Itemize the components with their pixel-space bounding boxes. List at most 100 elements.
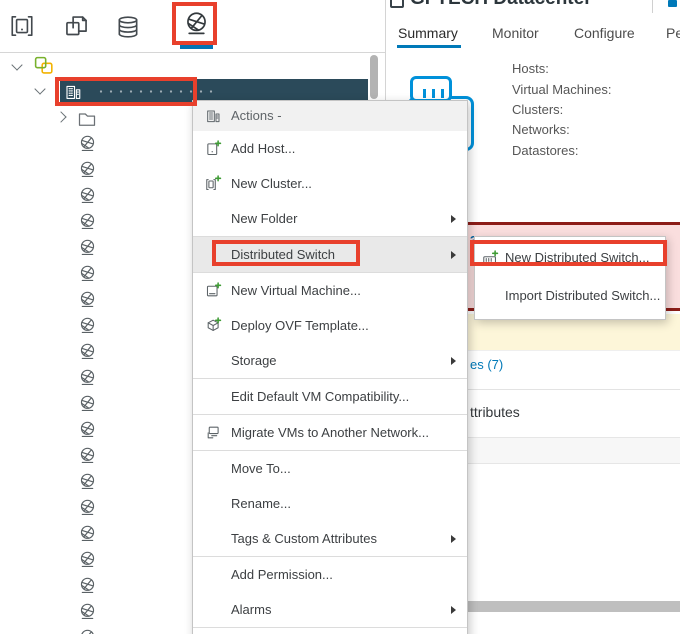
network-globe-icon (78, 498, 97, 517)
tree-item-network[interactable] (78, 420, 97, 439)
network-globe-icon (78, 576, 97, 595)
tree-item-network[interactable] (78, 368, 97, 387)
tree-item-network[interactable] (78, 342, 97, 361)
datacenter-icon (390, 0, 404, 8)
tree-item-network[interactable] (78, 628, 97, 634)
hosts-label: Hosts: (512, 61, 549, 76)
menu-item-move-to[interactable]: Move To... (193, 451, 467, 486)
add-host-icon (205, 140, 222, 157)
vms-and-templates-icon[interactable] (63, 12, 90, 39)
menu-item-rename[interactable]: Rename... (193, 486, 467, 521)
new-vm-icon (205, 282, 222, 299)
submenu-arrow-icon (451, 606, 456, 614)
menu-item-new-virtual-machine[interactable]: New Virtual Machine... (193, 273, 467, 308)
tree-item-network[interactable] (78, 472, 97, 491)
folder-icon[interactable] (77, 109, 97, 129)
page-title: GI-TECH Datacenter (410, 0, 592, 10)
network-globe-icon (78, 446, 97, 465)
tree-item-network[interactable] (78, 212, 97, 231)
vcenter-icon[interactable] (33, 55, 54, 76)
network-globe-icon (78, 368, 97, 387)
tree-item-network[interactable] (78, 264, 97, 283)
submenu-arrow-icon (451, 357, 456, 365)
network-globe-icon (78, 290, 97, 309)
tree-item-network[interactable] (78, 394, 97, 413)
tree-item-network[interactable] (78, 524, 97, 543)
menu-item-tags-custom-attributes[interactable]: Tags & Custom Attributes (193, 521, 467, 556)
tree-vertical-scrollbar[interactable] (370, 55, 378, 99)
actions-menu-icon[interactable] (668, 0, 677, 7)
tree-item-network[interactable] (78, 576, 97, 595)
storage-icon[interactable] (115, 14, 141, 40)
network-globe-icon (78, 264, 97, 283)
submenu-arrow-icon (451, 535, 456, 543)
menu-item-add-host[interactable]: Add Host... (193, 131, 467, 166)
menu-item-migrate-vms[interactable]: Migrate VMs to Another Network... (193, 415, 467, 450)
network-globe-icon (78, 550, 97, 569)
tab-summary[interactable]: Summary (398, 25, 458, 41)
datacenter-summary-icon-top (410, 76, 452, 102)
menu-item-deploy-ovf-template[interactable]: Deploy OVF Template... (193, 308, 467, 343)
context-menu-header: Actions - (193, 101, 467, 131)
title-divider (652, 0, 653, 13)
tab-monitor[interactable]: Monitor (492, 25, 539, 41)
menu-item-new-folder[interactable]: New Folder (193, 201, 467, 236)
network-globe-icon (78, 212, 97, 231)
datacenter-icon (205, 108, 221, 124)
network-globe-icon (78, 186, 97, 205)
tree-item-network[interactable] (78, 134, 97, 153)
menu-item-add-permission[interactable]: Add Permission... (193, 557, 467, 592)
network-globe-icon (78, 628, 97, 634)
network-globe-icon (78, 524, 97, 543)
submenu-arrow-icon (451, 251, 456, 259)
tree-item-network[interactable] (78, 550, 97, 569)
context-menu: Actions - Add Host... New Cluster... New… (192, 100, 468, 634)
tree-item-network[interactable] (78, 446, 97, 465)
toolbar-divider (0, 52, 385, 53)
networks-label: Networks: (512, 122, 570, 137)
network-globe-icon (78, 238, 97, 257)
network-globe-icon (78, 134, 97, 153)
active-tab-underline (180, 45, 213, 49)
chevron-down-icon[interactable] (34, 83, 45, 94)
tree-item-network[interactable] (78, 602, 97, 621)
hosts-and-clusters-icon[interactable] (9, 13, 35, 39)
tree-item-network[interactable] (78, 238, 97, 257)
tree-item-network[interactable] (78, 498, 97, 517)
chevron-down-icon[interactable] (11, 59, 22, 70)
annotation-box-networking-icon (172, 2, 217, 45)
migrate-vms-icon (205, 424, 222, 441)
page-title-clip: GI-TECH Datacenter (386, 0, 666, 13)
submenu-item-import-distributed-switch[interactable]: Import Distributed Switch... (475, 277, 665, 315)
menu-item-alarms[interactable]: Alarms (193, 592, 467, 627)
tab-configure[interactable]: Configure (574, 25, 635, 41)
network-globe-icon (78, 342, 97, 361)
tab-permissions[interactable]: Permissions (666, 25, 680, 41)
new-cluster-icon (205, 175, 222, 192)
tree-item-network[interactable] (78, 160, 97, 179)
section-link[interactable]: es (7) (470, 357, 503, 372)
annotation-box-new-distributed-switch (470, 240, 667, 266)
summary-tab-underline (397, 45, 461, 48)
network-globe-icon (78, 316, 97, 335)
submenu-arrow-icon (451, 215, 456, 223)
menu-item-edit-default-vm-compatibility[interactable]: Edit Default VM Compatibility... (193, 379, 467, 414)
tree-item-network[interactable] (78, 290, 97, 309)
network-globe-icon (78, 420, 97, 439)
network-globe-icon (78, 472, 97, 491)
context-menu-header-label: Actions - (231, 108, 282, 123)
menu-item-storage[interactable]: Storage (193, 343, 467, 378)
network-globe-icon (78, 160, 97, 179)
datastores-label: Datastores: (512, 143, 578, 158)
deploy-ovf-icon (205, 317, 222, 334)
tree-item-network[interactable] (78, 186, 97, 205)
annotation-box-datacenter-item (55, 77, 197, 106)
custom-attributes-header: ttributes (470, 404, 520, 420)
tree-item-network[interactable] (78, 316, 97, 335)
menu-item-new-cluster[interactable]: New Cluster... (193, 166, 467, 201)
clusters-label: Clusters: (512, 102, 563, 117)
annotation-box-distributed-switch (212, 240, 360, 266)
network-globe-icon (78, 394, 97, 413)
chevron-right-icon[interactable] (55, 111, 66, 122)
virtual-machines-label: Virtual Machines: (512, 82, 611, 97)
